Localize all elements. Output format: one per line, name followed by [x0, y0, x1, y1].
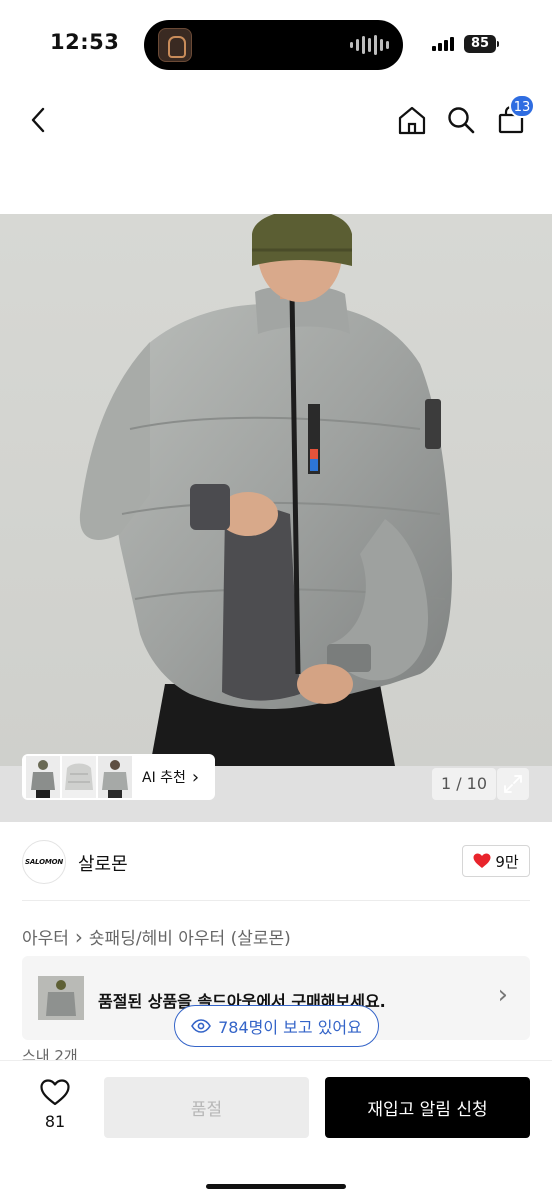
status-time: 12:53	[50, 30, 120, 54]
status-bar: 12:53 85	[0, 0, 552, 90]
expand-arrows-icon	[504, 775, 522, 793]
cart-count-badge: 13	[509, 94, 535, 118]
now-playing-waveform-icon	[350, 35, 389, 55]
breadcrumb-subcategory[interactable]: 숏패딩/헤비 아우터 (살로몬)	[89, 924, 291, 949]
brand-logo-text: SALOMON	[25, 858, 63, 866]
search-icon	[448, 107, 475, 134]
brand-like-count: 9만	[495, 852, 519, 871]
brand-like-button[interactable]: 9만	[462, 845, 530, 877]
ai-recommend-label: AI 추천	[142, 770, 186, 786]
now-playing-artwork	[158, 28, 192, 62]
product-image-gallery[interactable]: AI 추천 › 1 / 10	[0, 214, 552, 822]
cart-button[interactable]: 13	[491, 94, 535, 140]
home-button[interactable]	[392, 100, 432, 140]
breadcrumb: 아우터 › 숏패딩/헤비 아우터 (살로몬)	[22, 924, 291, 950]
viewers-count-text: 784명이 보고 있어요	[218, 1018, 362, 1037]
search-button[interactable]	[441, 100, 481, 140]
restock-alert-button[interactable]: 재입고 알림 신청	[325, 1077, 530, 1138]
ai-recommend-link[interactable]: AI 추천 ›	[134, 767, 211, 788]
partially-hidden-text: 스내 2개	[22, 1048, 78, 1060]
similar-items-strip[interactable]: AI 추천 ›	[22, 754, 216, 800]
wishlist-button[interactable]: 81	[30, 1079, 80, 1139]
brand-row: SALOMON 살로몬 9만	[22, 840, 530, 884]
similar-thumb[interactable]	[98, 756, 132, 798]
battery-tip	[497, 41, 499, 47]
bottom-action-bar: 81 품절 재입고 알림 신청	[0, 1060, 552, 1200]
top-navigation: 13	[0, 90, 552, 154]
home-icon	[398, 106, 426, 135]
eye-icon	[191, 1019, 212, 1033]
similar-thumb[interactable]	[62, 756, 96, 798]
back-button[interactable]	[19, 100, 59, 140]
partially-hidden-label: 스내 2개	[22, 1048, 78, 1060]
battery-indicator: 85	[464, 35, 496, 53]
soldout-button: 품절	[104, 1077, 309, 1138]
similar-thumb[interactable]	[26, 756, 60, 798]
breadcrumb-category[interactable]: 아우터	[22, 924, 69, 949]
soldout-product-thumb	[38, 976, 84, 1020]
image-counter: 1 / 10	[432, 768, 496, 800]
chevron-right-icon: ›	[497, 980, 508, 1010]
chevron-left-icon	[31, 107, 45, 133]
chevron-right-icon: ›	[191, 766, 200, 788]
brand-logo[interactable]: SALOMON	[22, 840, 66, 884]
signal-bars-icon	[432, 37, 454, 51]
wishlist-count: 81	[44, 1112, 66, 1131]
brand-name-link[interactable]: 살로몬	[78, 850, 128, 876]
expand-image-button[interactable]	[497, 768, 529, 800]
heart-filled-icon	[473, 853, 491, 868]
product-photo	[0, 214, 552, 766]
heart-outline-icon	[40, 1079, 70, 1106]
divider	[22, 900, 530, 901]
home-indicator[interactable]	[206, 1184, 346, 1189]
dynamic-island[interactable]	[144, 20, 403, 70]
breadcrumb-separator: ›	[74, 924, 83, 949]
viewers-count-pill: 784명이 보고 있어요	[174, 1005, 379, 1047]
